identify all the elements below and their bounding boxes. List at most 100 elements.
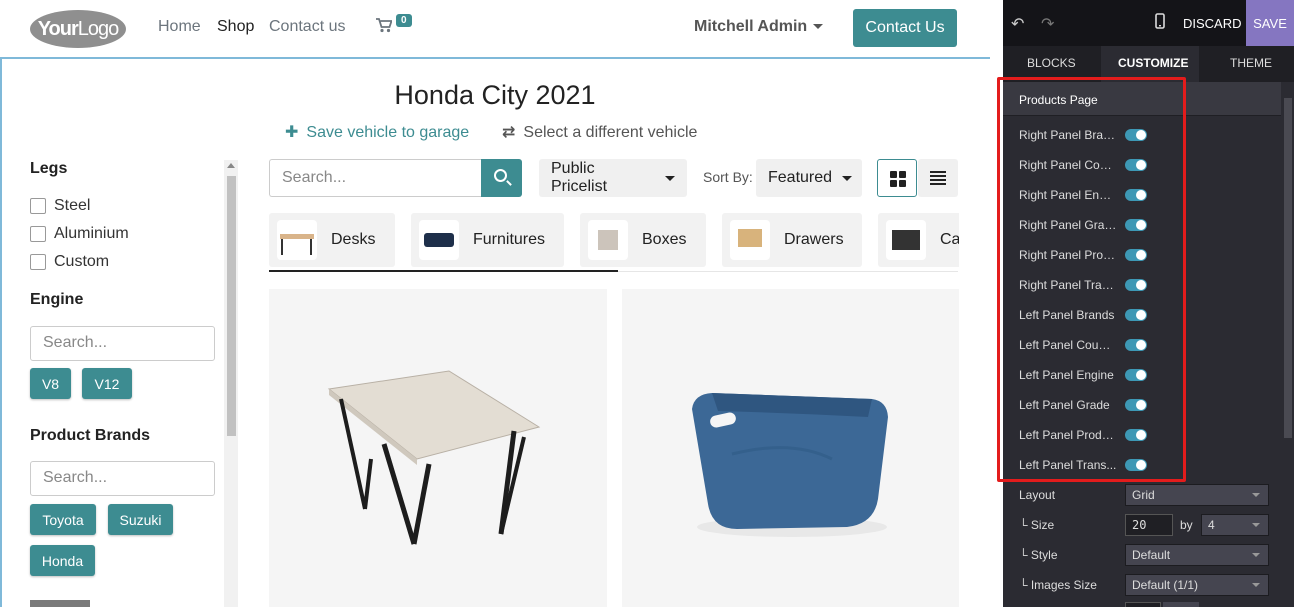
editor-topbar: ↶ ↷ DISCARD SAVE <box>1003 0 1294 46</box>
sort-dropdown[interactable]: Featured <box>756 159 862 197</box>
category-furnitures[interactable]: Furnitures <box>411 213 564 267</box>
tab-theme[interactable]: THEME <box>1230 56 1272 70</box>
drawer-thumbnail <box>730 220 770 260</box>
scroll-thumb[interactable] <box>1284 98 1292 438</box>
pricelist-dropdown[interactable]: Public Pricelist <box>539 159 687 197</box>
scroll-thumb[interactable] <box>227 176 236 436</box>
products-page-section-header[interactable]: Products Page <box>1003 82 1281 116</box>
contact-us-button[interactable]: Contact Us <box>853 9 957 47</box>
panel-scrollbar[interactable] <box>1281 82 1294 607</box>
next-option-clipped <box>1163 602 1199 607</box>
scroll-up-icon[interactable] <box>227 163 235 168</box>
page-title: Honda City 2021 <box>394 80 596 110</box>
user-menu[interactable]: Mitchell Admin <box>694 18 824 36</box>
category-label: Boxes <box>642 231 687 248</box>
site-logo[interactable]: Your Logo <box>30 10 126 48</box>
category-label: Drawers <box>784 231 844 248</box>
category-desks[interactable]: Desks <box>269 213 395 267</box>
option-left-panel-transmission: Left Panel Trans... <box>1019 449 1279 479</box>
cabinet-thumbnail <box>886 220 926 260</box>
caret-down-icon <box>1252 553 1260 557</box>
toggle-switch[interactable] <box>1125 459 1147 471</box>
nav-contact-us[interactable]: Contact us <box>269 18 345 36</box>
brand-tag-honda[interactable]: Honda <box>30 545 95 576</box>
toggle-switch[interactable] <box>1125 129 1147 141</box>
basket-product-image <box>692 393 888 537</box>
toggle-switch[interactable] <box>1125 369 1147 381</box>
brands-search-input[interactable]: Search... <box>30 461 215 496</box>
nav-shop[interactable]: Shop <box>217 18 254 36</box>
save-vehicle-label: Save vehicle to garage <box>306 124 470 141</box>
select-vehicle-link[interactable]: ⇄ Select a different vehicle <box>502 122 697 142</box>
brand-tag-suzuki[interactable]: Suzuki <box>108 504 173 535</box>
sort-by-label: Sort By: <box>703 169 753 185</box>
toggle-switch[interactable] <box>1125 249 1147 261</box>
caret-down-icon <box>813 24 824 30</box>
engine-search-input[interactable]: Search... <box>30 326 215 361</box>
images-size-select[interactable]: Default (1/1) <box>1125 574 1269 596</box>
size-columns-select[interactable]: 4 <box>1201 514 1269 536</box>
section-title: Products Page <box>1019 93 1098 107</box>
sort-value: Featured <box>768 169 833 186</box>
category-active-underline <box>269 270 618 272</box>
toggle-switch[interactable] <box>1125 189 1147 201</box>
sofa-thumbnail <box>419 220 459 260</box>
discard-button[interactable]: DISCARD <box>1183 16 1242 31</box>
product-search-input[interactable]: Search... <box>269 159 481 197</box>
toggle-switch[interactable] <box>1125 399 1147 411</box>
category-drawers[interactable]: Drawers <box>722 213 862 267</box>
category-boxes[interactable]: Boxes <box>580 213 706 267</box>
checkbox[interactable] <box>30 254 46 270</box>
toggle-switch[interactable] <box>1125 339 1147 351</box>
sidebar-scrollbar[interactable] <box>224 160 238 607</box>
search-button[interactable] <box>481 159 522 197</box>
search-icon <box>494 169 507 182</box>
category-divider <box>618 271 958 272</box>
brand-tag-toyota[interactable]: Toyota <box>30 504 96 535</box>
logo-text-bold: Your <box>37 17 79 40</box>
option-right-panel-products: Right Panel Prod... <box>1019 239 1279 269</box>
category-label: Furnitures <box>473 231 546 248</box>
filter-legs-steel[interactable]: Steel <box>30 197 90 215</box>
filter-label: Custom <box>54 253 110 270</box>
category-label: Desks <box>331 231 376 248</box>
toggle-switch[interactable] <box>1125 279 1147 291</box>
engine-tag-v12[interactable]: V12 <box>82 368 132 399</box>
toggle-switch[interactable] <box>1125 219 1147 231</box>
product-card-table[interactable] <box>269 289 607 607</box>
product-card-basket[interactable] <box>622 289 959 607</box>
save-button[interactable]: SAVE <box>1246 0 1294 46</box>
editor-panel: ↶ ↷ DISCARD SAVE BLOCKS CUSTOMIZE THEME … <box>1003 0 1294 607</box>
checkbox[interactable] <box>30 198 46 214</box>
style-select[interactable]: Default <box>1125 544 1269 566</box>
filter-legs-custom[interactable]: Custom <box>30 253 109 271</box>
box-thumbnail <box>588 220 628 260</box>
caret-down-icon <box>1252 523 1260 527</box>
tab-blocks[interactable]: BLOCKS <box>1027 56 1076 70</box>
checkbox[interactable] <box>30 226 46 242</box>
option-left-panel-country: Left Panel Country <box>1019 329 1279 359</box>
cart-icon[interactable] <box>376 18 393 38</box>
option-right-panel-engine: Right Panel Engine <box>1019 179 1279 209</box>
engine-tag-v8[interactable]: V8 <box>30 368 71 399</box>
toggle-switch[interactable] <box>1125 309 1147 321</box>
grid-view-button[interactable] <box>877 159 917 197</box>
nav-home[interactable]: Home <box>158 18 201 36</box>
option-right-panel-transmission: Right Panel Tran... <box>1019 269 1279 299</box>
caret-down-icon <box>1252 493 1260 497</box>
toggle-switch[interactable] <box>1125 159 1147 171</box>
website-preview: Your Logo Home Shop Contact us 0 Mitchell… <box>0 0 990 607</box>
redo-icon[interactable]: ↷ <box>1041 14 1054 34</box>
mobile-preview-icon[interactable] <box>1155 13 1165 34</box>
layout-select[interactable]: Grid <box>1125 484 1269 506</box>
list-view-button[interactable] <box>918 159 958 197</box>
tab-customize[interactable]: CUSTOMIZE <box>1118 56 1188 70</box>
toggle-switch[interactable] <box>1125 429 1147 441</box>
save-vehicle-link[interactable]: ✚ Save vehicle to garage <box>285 122 469 142</box>
filter-legs-aluminium[interactable]: Aluminium <box>30 225 129 243</box>
caret-down-icon <box>665 175 675 181</box>
undo-icon[interactable]: ↶ <box>1011 14 1024 34</box>
top-navbar: Your Logo Home Shop Contact us 0 Mitchell… <box>0 0 990 57</box>
size-rows-input[interactable]: 20 <box>1125 514 1173 536</box>
caret-down-icon <box>1252 583 1260 587</box>
